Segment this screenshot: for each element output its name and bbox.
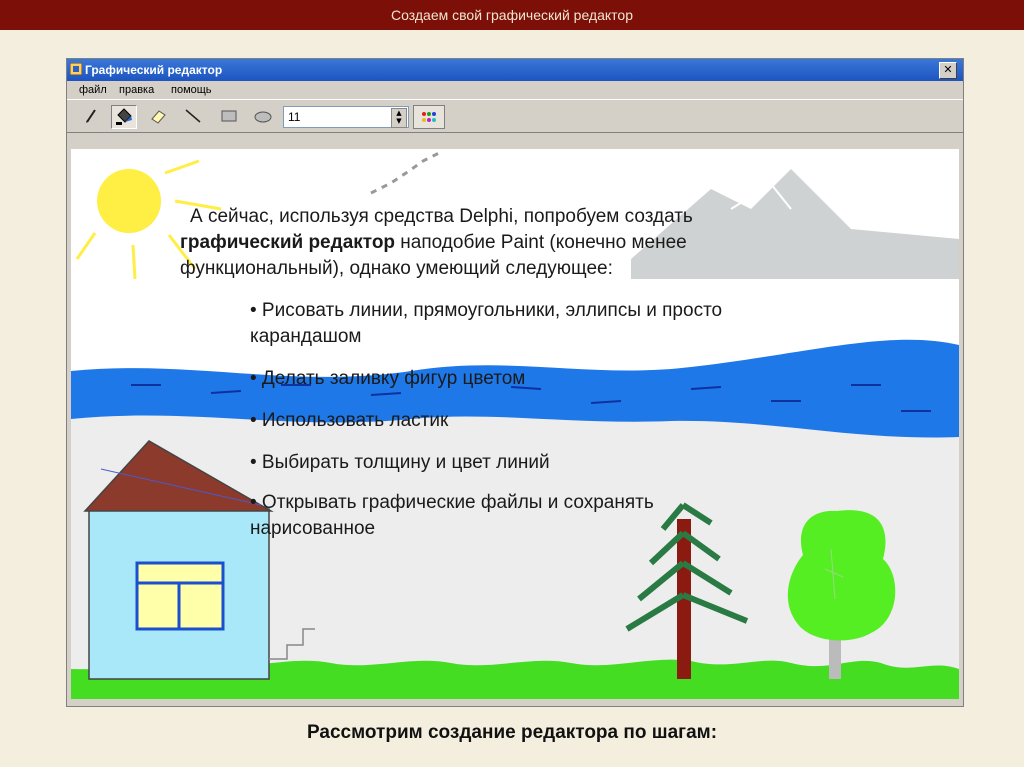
spinner-arrows[interactable]: ▲ ▼ bbox=[391, 108, 407, 128]
line-width-value: 11 bbox=[288, 110, 301, 124]
window-title: Графический редактор bbox=[85, 63, 223, 77]
eraser-tool-button[interactable] bbox=[147, 105, 171, 127]
bullet-item: • Делать заливку фигур цветом bbox=[250, 368, 526, 389]
rectangle-tool-button[interactable] bbox=[217, 105, 241, 127]
eraser-icon bbox=[151, 110, 166, 124]
color-palette-icon bbox=[422, 112, 436, 122]
menu-file[interactable]: файл bbox=[79, 83, 107, 97]
intro-paragraph: А сейчас, используя средства Delphi, поп… bbox=[180, 204, 820, 282]
window-titlebar: Графический редактор ✕ bbox=[67, 59, 963, 81]
line-tool-button[interactable] bbox=[181, 105, 205, 127]
bullet-item: • Выбирать толщину и цвет линий bbox=[250, 452, 550, 473]
line-width-spinner[interactable]: 11 ▲ ▼ bbox=[283, 106, 409, 128]
slide-title: Создаем свой графический редактор bbox=[0, 0, 1024, 30]
menu-help[interactable]: помощь bbox=[171, 83, 212, 97]
app-icon bbox=[70, 63, 82, 75]
fill-bucket-icon bbox=[116, 108, 132, 125]
line-icon bbox=[185, 109, 201, 123]
pencil-icon bbox=[86, 109, 96, 123]
close-button[interactable]: ✕ bbox=[939, 62, 957, 79]
rectangle-icon bbox=[221, 110, 237, 122]
birds-trail bbox=[370, 151, 440, 195]
menu-bar: файл правка помощь bbox=[67, 81, 963, 99]
toolbar: 11 ▲ ▼ bbox=[67, 99, 963, 133]
menu-edit[interactable]: правка bbox=[119, 83, 154, 97]
bullet-item: • Рисовать линии, прямоугольники, эллипс… bbox=[250, 300, 723, 347]
bullet-item: • Использовать ластик bbox=[250, 410, 449, 431]
slide-caption: Рассмотрим создание редактора по шагам: bbox=[306, 722, 718, 743]
fill-tool-button[interactable] bbox=[111, 105, 137, 129]
ellipse-icon bbox=[254, 111, 272, 123]
ellipse-tool-button[interactable] bbox=[251, 105, 275, 127]
intro-text-bold: графический редактор bbox=[180, 232, 396, 253]
pencil-tool-button[interactable] bbox=[79, 105, 103, 127]
intro-text-start: А сейчас, используя средства Delphi, поп… bbox=[190, 206, 693, 227]
bullet-item: • Открывать графические файлы и сохранят… bbox=[250, 492, 654, 539]
color-picker-button[interactable] bbox=[413, 105, 445, 129]
